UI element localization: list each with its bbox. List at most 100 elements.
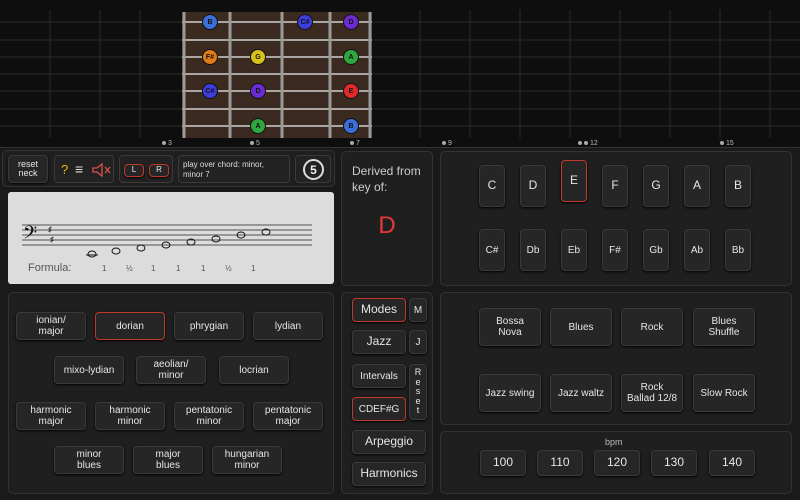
chord-hint-text: play over chord: minor, minor 7 [183,160,264,180]
reset-button[interactable]: R e s e t [409,364,427,420]
fret-note[interactable]: B [343,118,359,134]
scale-button[interactable]: harmonic major [16,402,86,430]
fret-note[interactable]: C# [297,14,313,30]
arpeggio-button[interactable]: Arpeggio [352,430,426,454]
app-root: B C# D F# G A C# D E A B 3 5 7 9 12 15 reset neck ? ≡ L… [0,0,800,500]
scale-button[interactable]: lydian [253,312,323,340]
fret-number: 12 [590,140,598,147]
scale-button[interactable]: harmonic minor [95,402,165,430]
scale-button[interactable]: minor blues [54,446,124,474]
formula-step: 1 [201,264,206,273]
formula-step: 1 [176,264,181,273]
style-button[interactable]: Blues Shuffle [693,308,755,346]
fret-dot-icon [442,141,446,146]
scale-button[interactable]: pentatonic major [253,402,323,430]
fret-number: 3 [168,140,172,147]
scale-button[interactable]: major blues [133,446,203,474]
scale-button[interactable]: mixo-lydian [54,356,124,384]
formula-step: 1 [102,264,107,273]
formula-step: 1 [151,264,156,273]
key-button-gb[interactable]: Gb [643,229,669,271]
key-button-c[interactable]: C [479,165,505,207]
bpm-button-110[interactable]: 110 [537,450,583,476]
key-button-d[interactable]: D [520,165,546,207]
chord-hint-box: play over chord: minor, minor 7 [178,155,290,183]
circle-of-fifths-button[interactable]: 5 [303,159,324,180]
key-button-b[interactable]: B [725,165,751,207]
fret-note[interactable]: B [202,14,218,30]
reset-neck-button[interactable]: reset neck [8,155,48,183]
fret-note[interactable]: G [250,49,266,65]
fret-note[interactable]: C# [202,83,218,99]
left-hand-button[interactable]: L [124,164,144,177]
svg-text:♯: ♯ [50,235,54,244]
style-button[interactable]: Slow Rock [693,374,755,412]
key-button-g[interactable]: G [643,165,669,207]
intervals-button[interactable]: Intervals [352,364,406,388]
jazz-button[interactable]: Jazz [352,330,406,354]
note-names-button[interactable]: CDEF#G [352,397,406,421]
fret-note[interactable]: E [343,83,359,99]
bpm-label: bpm [605,437,623,447]
key-button-db[interactable]: Db [520,229,546,271]
key-button-e[interactable]: E [561,160,587,202]
style-button[interactable]: Rock Ballad 12/8 [621,374,683,412]
fret-marker: 12 [578,140,598,147]
harmonics-button[interactable]: Harmonics [352,462,426,486]
key-button-fsharp[interactable]: F# [602,229,628,271]
modes-m-button[interactable]: M [409,298,427,322]
formula-step: 1 [251,264,256,273]
key-button-bb[interactable]: Bb [725,229,751,271]
formula-step: ½ [225,264,232,273]
staff-display: 𝄢 ♯ ♯ Formula: 1 ½ 1 1 1 ½ 1 [8,192,334,284]
bpm-button-140[interactable]: 140 [709,450,755,476]
scale-button[interactable]: aeolian/ minor [136,356,206,384]
fret-dot-icon [578,141,582,146]
style-button[interactable]: Jazz waltz [550,374,612,412]
fret-note[interactable]: D [343,14,359,30]
fret-marker: 3 [162,140,172,147]
fret-dot-icon [720,141,724,146]
key-button-csharp[interactable]: C# [479,229,505,271]
scale-button[interactable]: hungarian minor [212,446,282,474]
key-button-a[interactable]: A [684,165,710,207]
fret-dot-icon [584,141,588,146]
fret-number: 15 [726,140,734,147]
jazz-j-button[interactable]: J [409,330,427,354]
scale-button[interactable]: dorian [95,312,165,340]
bpm-button-120[interactable]: 120 [594,450,640,476]
scale-button[interactable]: locrian [219,356,289,384]
scale-button[interactable]: phrygian [174,312,244,340]
bpm-button-130[interactable]: 130 [651,450,697,476]
modes-button[interactable]: Modes [352,298,406,322]
help-icon[interactable]: ? [61,162,68,177]
menu-icon[interactable]: ≡ [75,161,83,177]
key-button-ab[interactable]: Ab [684,229,710,271]
speaker-muted-icon[interactable] [91,162,111,178]
formula-step: ½ [126,264,133,273]
scale-button[interactable]: ionian/ major [16,312,86,340]
fret-note[interactable]: A [343,49,359,65]
fret-note[interactable]: D [250,83,266,99]
right-hand-button[interactable]: R [149,164,169,177]
fret-note[interactable]: F# [202,49,218,65]
scale-button[interactable]: pentatonic minor [174,402,244,430]
fret-number: 7 [356,140,360,147]
style-button[interactable]: Blues [550,308,612,346]
svg-text:♯: ♯ [48,225,52,234]
style-button[interactable]: Jazz swing [479,374,541,412]
key-button-eb[interactable]: Eb [561,229,587,271]
fret-dot-icon [350,141,354,146]
fret-note[interactable]: A [250,118,266,134]
fret-marker: 7 [350,140,360,147]
fretboard-svg [0,10,800,138]
circle-of-fifths-box: 5 [295,155,331,183]
hand-group: L R [119,155,173,183]
bpm-button-100[interactable]: 100 [480,450,526,476]
fretboard[interactable]: B C# D F# G A C# D E A B 3 5 7 9 12 15 [0,0,800,148]
fret-marker: 5 [250,140,260,147]
svg-text:𝄢: 𝄢 [23,223,37,248]
style-button[interactable]: Rock [621,308,683,346]
key-button-f[interactable]: F [602,165,628,207]
style-button[interactable]: Bossa Nova [479,308,541,346]
